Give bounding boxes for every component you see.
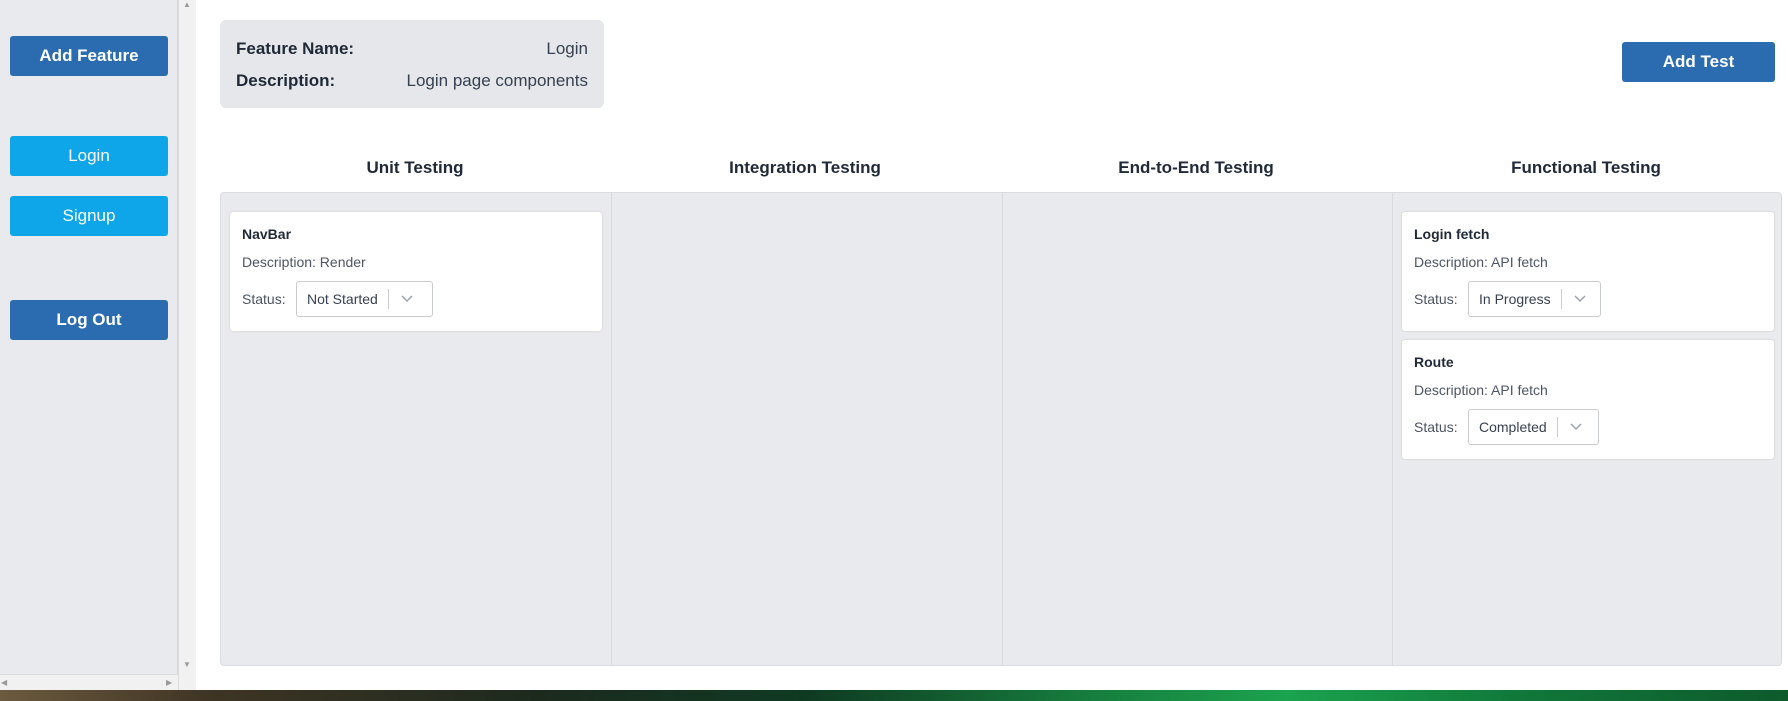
status-select[interactable]: Not Started <box>296 281 433 317</box>
test-card-description: Description: API fetch <box>1414 254 1548 270</box>
feature-name-value: Login <box>546 39 588 58</box>
sidebar-vertical-scrollbar[interactable]: ▲ ▼ <box>178 0 196 690</box>
test-card-title: NavBar <box>242 226 292 242</box>
arrow-down-icon[interactable]: ▼ <box>183 660 191 670</box>
chevron-down-icon[interactable] <box>389 295 425 303</box>
login-button[interactable]: Login <box>10 136 168 176</box>
test-card-status-label: Status: <box>1414 291 1458 307</box>
column-header-end-to-end: End-to-End Testing <box>1118 158 1274 177</box>
test-card-description: Description: API fetch <box>1414 382 1548 398</box>
status-select-value: Completed <box>1479 419 1547 435</box>
sidebar: Add Feature Login Signup Log Out <box>0 0 178 690</box>
sidebar-horizontal-scrollbar[interactable]: ◀ ▶ <box>0 674 178 690</box>
test-card-title: Route <box>1414 354 1454 370</box>
feature-description-row: Description: Login page components <box>236 71 588 91</box>
feature-name-label: Feature Name: <box>236 39 355 58</box>
column-header-integration: Integration Testing <box>729 158 881 177</box>
arrow-right-icon[interactable]: ▶ <box>166 678 172 688</box>
test-card-title: Login fetch <box>1414 226 1490 242</box>
chevron-down-icon[interactable] <box>1562 295 1598 303</box>
feature-description-value: Login page components <box>406 71 588 90</box>
signup-button[interactable]: Signup <box>10 196 168 236</box>
arrow-up-icon[interactable]: ▲ <box>183 0 191 10</box>
feature-name-row: Feature Name: Login <box>236 39 588 59</box>
column-divider <box>1002 193 1003 665</box>
status-select[interactable]: In Progress <box>1468 281 1601 317</box>
feature-info-card: Feature Name: Login Description: Login p… <box>220 20 604 108</box>
feature-description-label: Description: <box>236 71 336 90</box>
test-card-status-label: Status: <box>242 291 286 307</box>
testing-board: NavBar Description: Render Status: Not S… <box>220 192 1782 666</box>
column-divider <box>611 193 612 665</box>
status-select-value: Not Started <box>307 291 378 307</box>
column-header-functional: Functional Testing <box>1511 158 1661 177</box>
test-card-navbar[interactable]: NavBar Description: Render Status: Not S… <box>230 212 602 331</box>
logout-button[interactable]: Log Out <box>10 300 168 340</box>
column-divider <box>1392 193 1393 665</box>
test-card-description: Description: Render <box>242 254 366 270</box>
arrow-left-icon[interactable]: ◀ <box>1 678 7 688</box>
status-select[interactable]: Completed <box>1468 409 1599 445</box>
background-image-strip <box>0 690 1788 701</box>
test-card-route[interactable]: Route Description: API fetch Status: Com… <box>1402 340 1774 459</box>
chevron-down-icon[interactable] <box>1558 423 1594 431</box>
test-card-login-fetch[interactable]: Login fetch Description: API fetch Statu… <box>1402 212 1774 331</box>
test-card-status-label: Status: <box>1414 419 1458 435</box>
add-feature-button[interactable]: Add Feature <box>10 36 168 76</box>
add-test-button[interactable]: Add Test <box>1622 42 1775 82</box>
column-header-unit: Unit Testing <box>366 158 464 177</box>
status-select-value: In Progress <box>1479 291 1551 307</box>
